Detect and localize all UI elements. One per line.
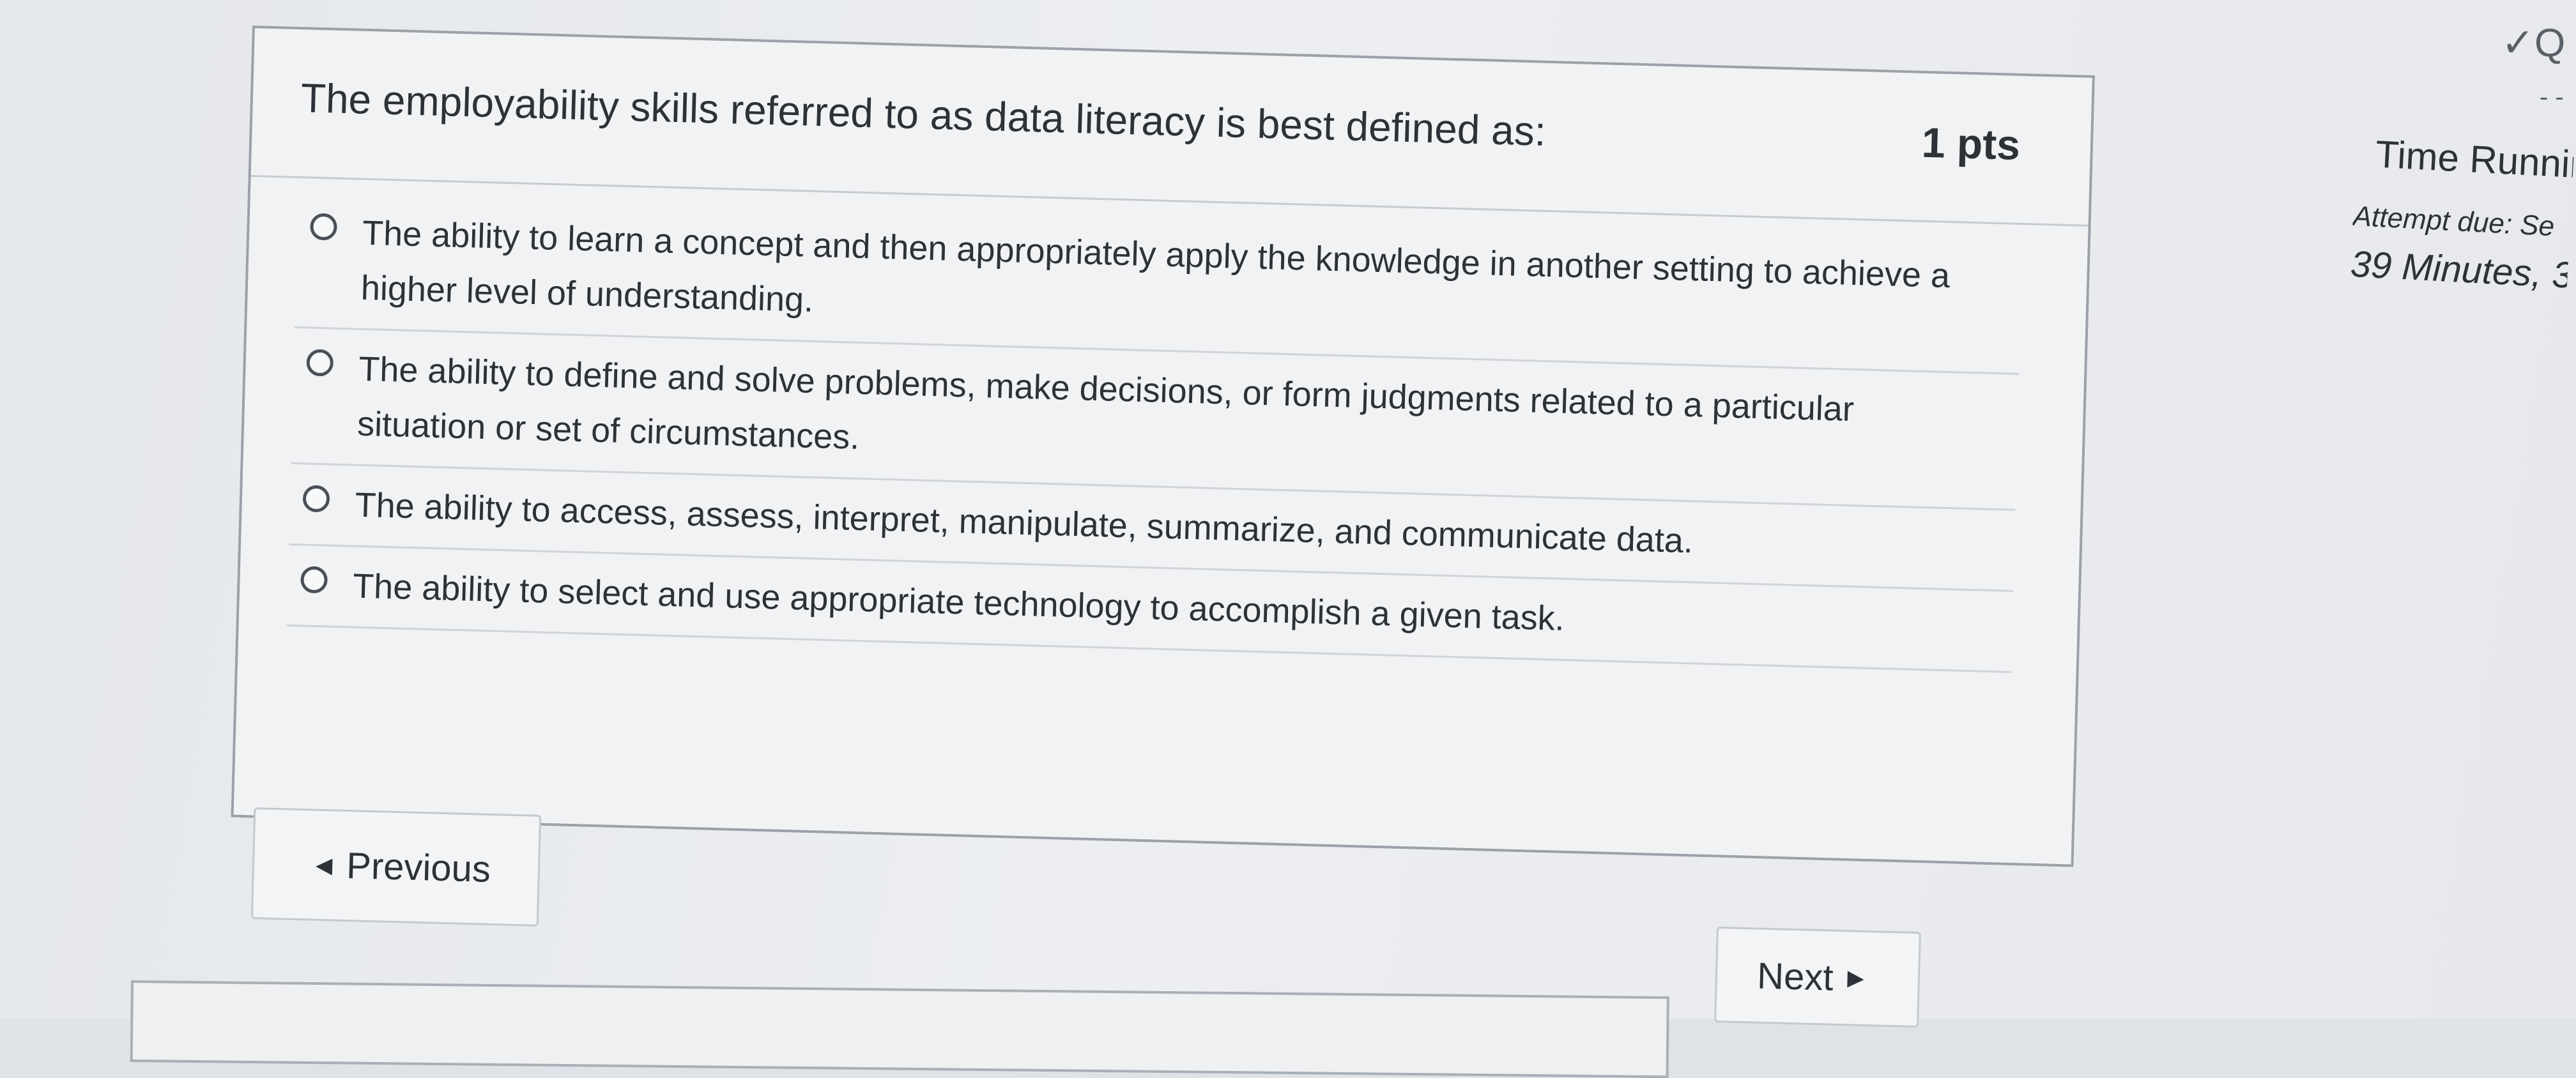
previous-label: Previous [346,844,491,890]
answer-list: The ability to learn a concept and then … [286,192,2023,673]
next-button[interactable]: Next ▶ [1714,926,1921,1028]
radio-button[interactable] [302,485,330,513]
time-running-label: Time Runnir [2374,132,2575,186]
next-label: Next [1756,955,1834,999]
checkmark-icon[interactable]: ✓ [2501,21,2534,65]
search-icon[interactable]: Q [2534,21,2565,65]
top-toolbar: ✓Q [2501,19,2565,66]
radio-button[interactable] [306,349,334,377]
previous-button[interactable]: ◀ Previous [250,807,542,927]
attempt-due-label: Attempt due: Se [2352,200,2556,243]
quiz-page: ✓Q - - The employability skills referred… [0,0,2576,1078]
question-points: 1 pts [1920,118,2021,169]
quiz-sidebar: Time Runnir Attempt due: Se 39 Minutes, … [2349,131,2574,296]
radio-button[interactable] [300,566,328,594]
question-text: The employability skills referred to as … [300,75,1547,155]
dash-mark: - - [2540,83,2564,111]
question-card: The employability skills referred to as … [231,26,2095,867]
caret-left-icon: ◀ [315,853,333,877]
bottom-panel [130,980,1669,1078]
caret-right-icon: ▶ [1847,966,1865,991]
radio-button[interactable] [309,213,338,241]
time-remaining: 39 Minutes, 3 [2349,243,2574,296]
question-header: The employability skills referred to as … [250,28,2092,227]
